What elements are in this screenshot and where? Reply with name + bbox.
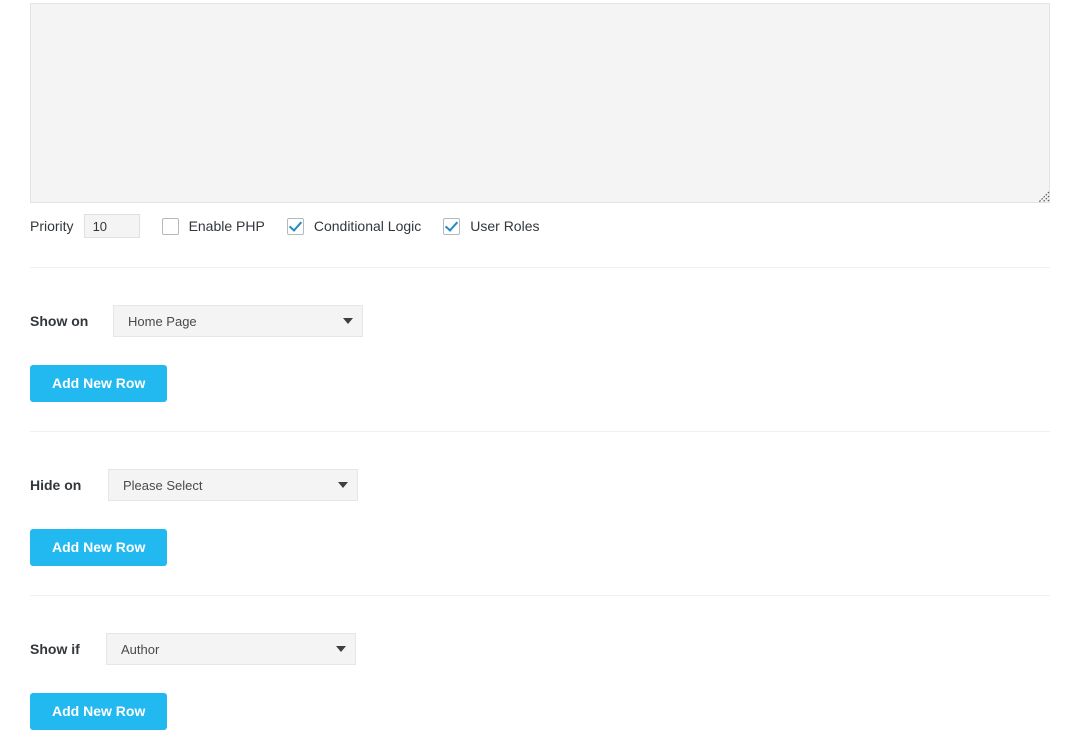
checkbox-conditional-logic[interactable]: Conditional Logic xyxy=(287,218,421,235)
section-divider-3 xyxy=(30,595,1050,596)
checkbox-enable-php[interactable]: Enable PHP xyxy=(162,218,265,235)
add-new-row-button-show-on[interactable]: Add New Row xyxy=(30,365,167,402)
checkbox-box-enable-php[interactable] xyxy=(162,218,179,235)
section-divider-1 xyxy=(30,267,1050,268)
rule-label-hide-on: Hide on xyxy=(30,477,108,493)
priority-input[interactable] xyxy=(84,214,140,238)
select-wrap-show-on: Home Page xyxy=(113,305,363,337)
select-show-if[interactable]: Author xyxy=(106,633,356,665)
checkbox-user-roles[interactable]: User Roles xyxy=(443,218,539,235)
rule-section-hide-on: Hide on Please Select Add New Row xyxy=(30,469,1050,566)
checkbox-box-user-roles[interactable] xyxy=(443,218,460,235)
checkbox-box-conditional-logic[interactable] xyxy=(287,218,304,235)
select-wrap-hide-on: Please Select xyxy=(108,469,358,501)
select-wrap-show-if: Author xyxy=(106,633,356,665)
content-code-textarea[interactable] xyxy=(30,3,1050,203)
checkbox-label-conditional-logic: Conditional Logic xyxy=(314,218,421,234)
rule-line-show-if: Show if Author xyxy=(30,633,1050,665)
rule-section-show-if: Show if Author Add New Row xyxy=(30,633,1050,730)
checkbox-label-user-roles: User Roles xyxy=(470,218,539,234)
rule-line-show-on: Show on Home Page xyxy=(30,305,1050,337)
options-row: Priority Enable PHP Conditional Logic Us… xyxy=(30,213,540,239)
rule-section-show-on: Show on Home Page Add New Row xyxy=(30,305,1050,402)
rule-line-hide-on: Hide on Please Select xyxy=(30,469,1050,501)
add-new-row-button-show-if[interactable]: Add New Row xyxy=(30,693,167,730)
checkbox-label-enable-php: Enable PHP xyxy=(189,218,265,234)
settings-panel: Priority Enable PHP Conditional Logic Us… xyxy=(0,0,1081,730)
rule-label-show-if: Show if xyxy=(30,641,106,657)
rule-label-show-on: Show on xyxy=(30,313,113,329)
select-show-on[interactable]: Home Page xyxy=(113,305,363,337)
section-divider-2 xyxy=(30,431,1050,432)
priority-label: Priority xyxy=(30,218,74,234)
add-new-row-button-hide-on[interactable]: Add New Row xyxy=(30,529,167,566)
select-hide-on[interactable]: Please Select xyxy=(108,469,358,501)
